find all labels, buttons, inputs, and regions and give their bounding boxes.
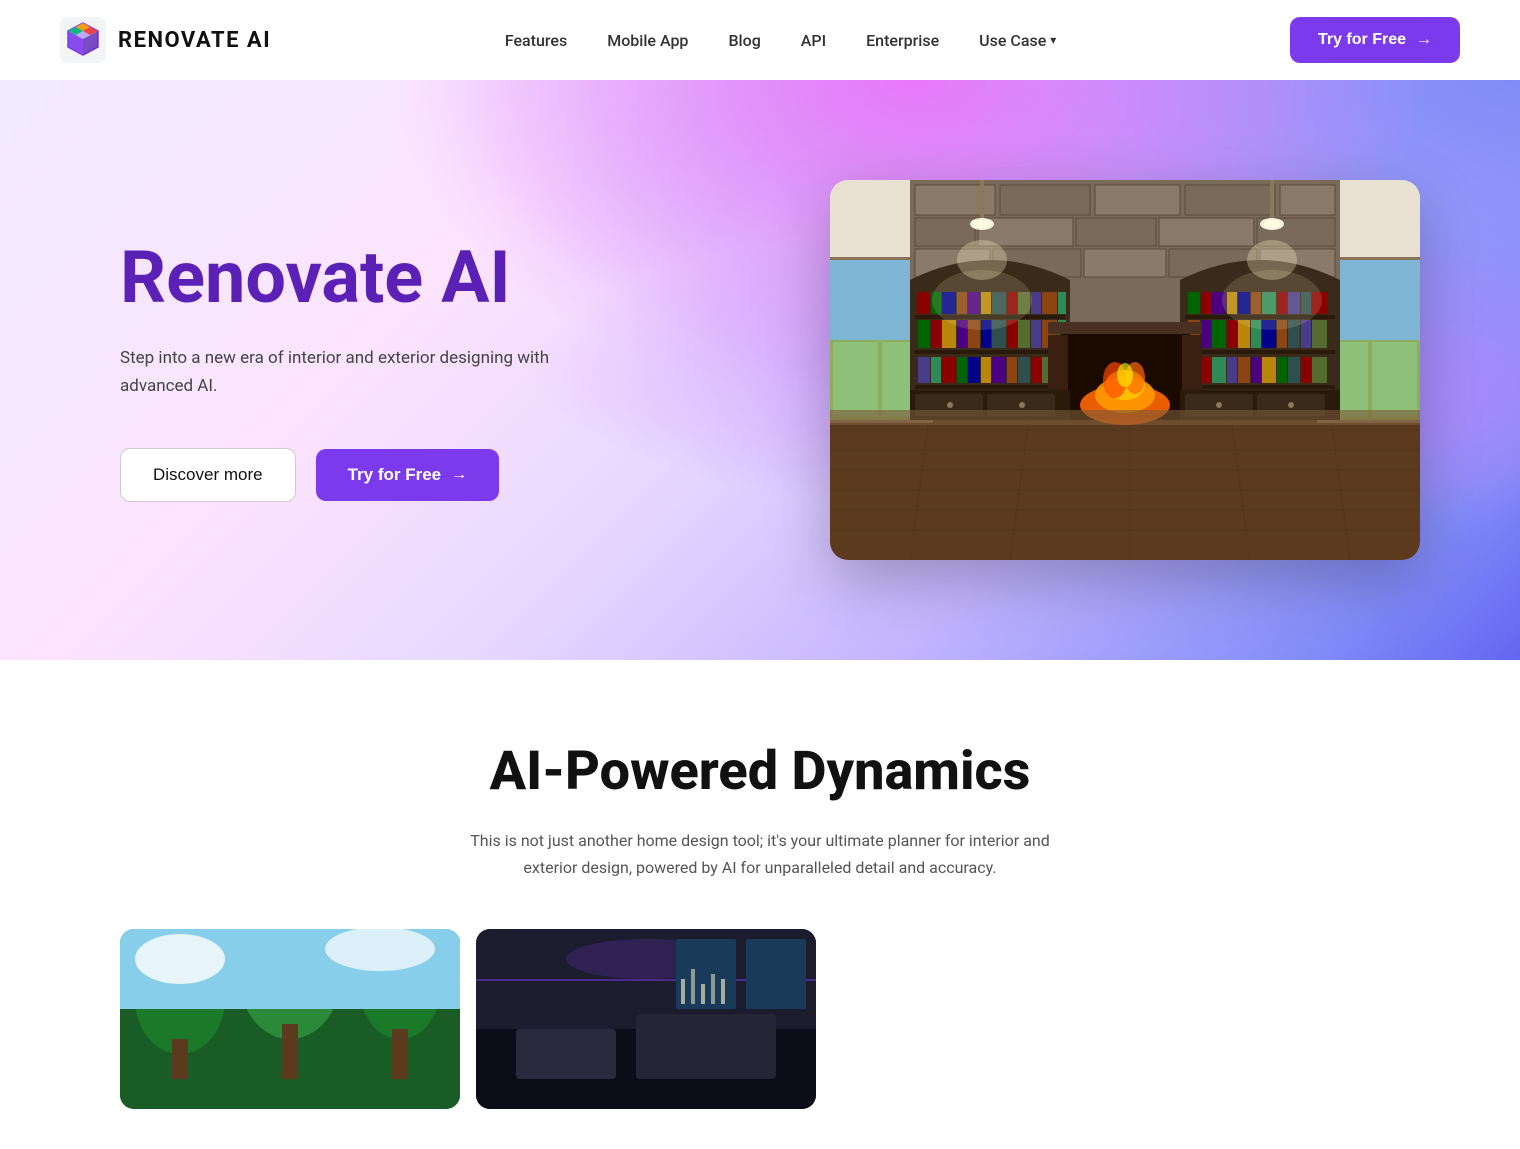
nav-item-enterprise[interactable]: Enterprise xyxy=(866,31,939,50)
chevron-down-icon: ▾ xyxy=(1050,33,1056,47)
discover-more-button[interactable]: Discover more xyxy=(120,448,296,502)
nav-item-features[interactable]: Features xyxy=(505,31,567,50)
ai-powered-subtitle: This is not just another home design too… xyxy=(460,827,1060,881)
hero-image-wrapper xyxy=(700,180,1460,560)
hero-section: Renovate AI Step into a new era of inter… xyxy=(0,80,1520,660)
ai-powered-section: AI-Powered Dynamics This is not just ano… xyxy=(0,660,1520,1149)
arrow-icon: → xyxy=(1416,31,1432,49)
ai-powered-title: AI-Powered Dynamics xyxy=(60,740,1460,803)
preview-card-2-image xyxy=(476,929,816,1109)
nav-item-mobile-app[interactable]: Mobile App xyxy=(607,31,688,50)
hero-subtitle: Step into a new era of interior and exte… xyxy=(120,345,580,399)
hero-title: Renovate AI xyxy=(120,238,700,317)
preview-card-2 xyxy=(476,929,816,1109)
navbar-try-free-button[interactable]: Try for Free → xyxy=(1290,17,1460,63)
hero-content: Renovate AI Step into a new era of inter… xyxy=(120,238,700,502)
try-for-free-button[interactable]: Try for Free → xyxy=(316,449,500,501)
brand-name: RENOVATE AI xyxy=(118,28,271,53)
logo-area: RENOVATE AI xyxy=(60,17,271,63)
room-svg xyxy=(830,180,1420,560)
cards-preview-row xyxy=(60,929,1460,1109)
nav-links: Features Mobile App Blog API Enterprise … xyxy=(505,31,1057,50)
hero-buttons: Discover more Try for Free → xyxy=(120,448,700,502)
nav-item-blog[interactable]: Blog xyxy=(728,31,760,50)
preview-card-1 xyxy=(120,929,460,1109)
try-free-arrow-icon: → xyxy=(451,466,467,484)
nav-item-use-case[interactable]: Use Case ▾ xyxy=(979,31,1056,50)
preview-card-1-image xyxy=(120,929,460,1109)
logo-icon xyxy=(60,17,106,63)
navbar: RENOVATE AI Features Mobile App Blog API… xyxy=(0,0,1520,80)
nav-item-api[interactable]: API xyxy=(801,31,826,50)
hero-room-image xyxy=(830,180,1420,560)
